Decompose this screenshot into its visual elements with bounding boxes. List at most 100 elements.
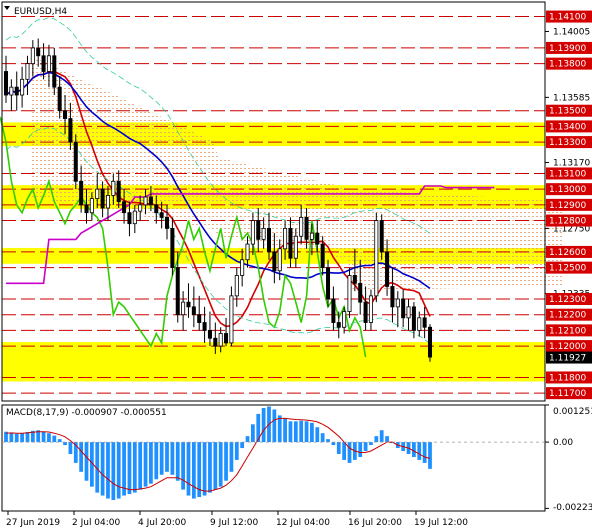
- candle-body: [132, 210, 137, 225]
- axis-tick-label: 1.13585: [553, 93, 590, 103]
- macd-bar: [363, 442, 368, 452]
- level-tag-label: 1.14100: [549, 13, 586, 23]
- macd-bar: [428, 442, 432, 469]
- candle-body: [229, 295, 234, 344]
- candle-body: [315, 232, 320, 245]
- candle-body: [342, 311, 347, 328]
- macd-bar: [224, 442, 228, 481]
- level-tag-label: 1.11700: [549, 389, 586, 399]
- macd-bar: [79, 442, 84, 472]
- level-tag-label: 1.13500: [549, 107, 586, 117]
- candle-body: [283, 227, 288, 250]
- level-tag-label: 1.13900: [549, 44, 586, 54]
- macd-axis-label: -0.002232: [553, 503, 592, 513]
- macd-bar: [170, 442, 175, 475]
- macd-bar: [218, 442, 223, 487]
- candle-body: [191, 306, 196, 316]
- candle-body: [299, 217, 304, 237]
- zone-band: [2, 342, 545, 382]
- candle-body: [95, 188, 100, 199]
- macd-bar: [138, 442, 143, 490]
- level-tag-label: 1.12500: [549, 264, 586, 274]
- macd-bar: [293, 421, 298, 443]
- macd-bar: [143, 442, 148, 487]
- axis-tick-label: 1.13170: [553, 158, 590, 168]
- candle-body: [385, 251, 390, 287]
- candle-body: [186, 301, 191, 308]
- macd-bar: [417, 442, 422, 460]
- candle-body: [116, 180, 121, 203]
- time-tick-label: 12 Jul 04:00: [276, 518, 330, 528]
- candle-body: [159, 212, 164, 218]
- macd-bar: [213, 442, 218, 490]
- macd-bar: [52, 435, 57, 443]
- price-axis: 1.140051.135851.131701.127501.123351.141…: [545, 10, 592, 400]
- macd-bar: [283, 418, 287, 443]
- candle-body: [68, 118, 73, 143]
- macd-bar: [422, 442, 427, 463]
- macd-bar: [358, 442, 363, 457]
- macd-bar: [245, 436, 250, 443]
- macd-bar: [342, 442, 347, 460]
- candle-body: [379, 220, 384, 253]
- candle-body: [197, 314, 202, 323]
- price-levels: [2, 16, 545, 394]
- macd-bar: [181, 442, 185, 490]
- candle-body: [20, 78, 25, 96]
- candle-body: [138, 204, 143, 212]
- macd-bar: [251, 424, 255, 443]
- candle-body: [427, 326, 433, 358]
- candle-body: [111, 180, 116, 196]
- candle-body: [261, 227, 266, 240]
- candle-body: [390, 286, 395, 308]
- candle-body: [411, 306, 416, 331]
- macd-signal-line: [5, 417, 431, 492]
- candle-body: [154, 204, 159, 214]
- macd-bar: [261, 407, 266, 443]
- macd-bar: [277, 415, 282, 443]
- candle-body: [127, 212, 132, 225]
- candle-body: [320, 243, 325, 269]
- macd-bar: [202, 442, 207, 496]
- macd-bar: [336, 442, 341, 454]
- macd-bar: [154, 442, 159, 480]
- time-tick-label: 27 Jun 2019: [6, 518, 60, 528]
- chart-title: EURUSD,H4: [14, 7, 67, 17]
- candle-body: [73, 141, 78, 182]
- axis-tick-label: 1.14005: [553, 27, 590, 37]
- candle-body: [277, 248, 282, 272]
- candle-body: [250, 220, 255, 245]
- macd-bar: [84, 442, 89, 481]
- macd-bar: [116, 442, 121, 499]
- macd-axis-label: 0.001251: [553, 407, 592, 417]
- level-tag-label: 1.12000: [549, 342, 586, 352]
- candle-body: [100, 188, 105, 209]
- macd-bar: [106, 442, 110, 499]
- macd-bar: [159, 442, 164, 475]
- candle-body: [36, 47, 41, 57]
- candle-body: [288, 227, 293, 259]
- candle-body: [63, 110, 68, 119]
- macd-bar: [111, 442, 116, 501]
- macd-bar: [25, 432, 30, 443]
- candle-body: [181, 301, 186, 316]
- candle-body: [89, 198, 94, 214]
- candle-body: [105, 195, 110, 209]
- macd-bar: [385, 436, 389, 443]
- macd-bar: [412, 442, 416, 457]
- candle-body: [401, 298, 406, 319]
- macd-bar: [326, 439, 330, 443]
- macd-axis-label: 0.00: [553, 438, 573, 448]
- level-tag-label: 1.12900: [549, 201, 586, 211]
- candle-body: [41, 55, 46, 72]
- macd-bar: [47, 433, 51, 443]
- candle-body: [57, 86, 62, 112]
- candle-body: [14, 86, 19, 96]
- candle-body: [363, 301, 368, 323]
- candle-body: [84, 204, 89, 214]
- level-tag-label: 1.11800: [549, 373, 586, 383]
- candle-body: [234, 275, 239, 297]
- macd-bar: [310, 422, 314, 443]
- candle-body: [148, 196, 153, 206]
- candle-body: [256, 220, 261, 240]
